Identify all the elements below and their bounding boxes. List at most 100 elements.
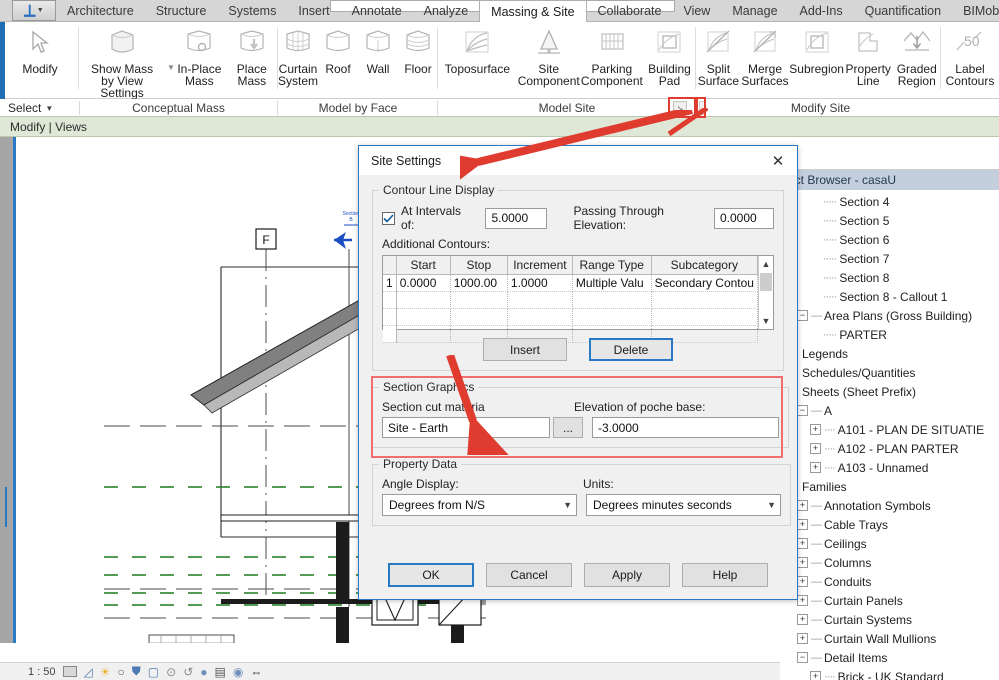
- merge-surfaces-button[interactable]: Merge Surfaces: [741, 22, 790, 87]
- constraints-icon[interactable]: ⇔: [250, 665, 262, 679]
- temporary-hide-icon[interactable]: ●: [200, 665, 207, 679]
- parking-component-button[interactable]: Parking Component: [581, 22, 643, 87]
- tree-item-a102-plan-parter[interactable]: + ···· A102 - PLAN PARTER: [780, 439, 999, 458]
- tree-item-area-plans-gross-building[interactable]: − — Area Plans (Gross Building): [780, 306, 999, 325]
- table-cell[interactable]: Secondary Contou: [651, 274, 759, 292]
- elevation-poche-base-input[interactable]: [592, 417, 779, 438]
- tree-item-columns[interactable]: + — Columns: [780, 553, 999, 572]
- graded-region-button[interactable]: Graded Region: [892, 22, 941, 87]
- tree-item-cable-trays[interactable]: + — Cable Trays: [780, 515, 999, 534]
- tree-item-section-5[interactable]: ····· Section 5: [780, 211, 999, 230]
- show-mass-button[interactable]: Show Mass by View Settings ▼: [79, 22, 175, 99]
- passing-through-elevation-input[interactable]: [714, 207, 774, 229]
- model-site-dialog-launcher[interactable]: ↘: [673, 101, 687, 115]
- chevron-down-icon[interactable]: ▼: [767, 495, 776, 515]
- table-cell-empty[interactable]: [396, 308, 451, 326]
- ok-button[interactable]: OK: [388, 563, 474, 587]
- tree-collapse-icon[interactable]: −: [797, 310, 808, 321]
- table-cell-empty[interactable]: [450, 308, 508, 326]
- tree-item-a103-unnamed[interactable]: + ···· A103 - Unnamed: [780, 458, 999, 477]
- column-header-stop[interactable]: Stop: [450, 256, 508, 275]
- table-cell-empty[interactable]: [651, 291, 759, 309]
- sun-path-icon[interactable]: ☀: [100, 665, 111, 679]
- tree-item-sheets-sheet-prefix[interactable]: Sheets (Sheet Prefix): [780, 382, 999, 401]
- table-row[interactable]: 1 0.0000 1000.00 1.0000 Multiple Valu Seconda…: [383, 274, 759, 292]
- tree-expand-icon[interactable]: +: [797, 538, 808, 549]
- scale-label[interactable]: 1 : 50: [28, 666, 56, 678]
- table-cell[interactable]: 1.0000: [507, 274, 573, 292]
- chevron-down-icon[interactable]: ▼: [45, 104, 53, 113]
- tree-expand-icon[interactable]: +: [797, 576, 808, 587]
- table-cell-empty[interactable]: [396, 291, 451, 309]
- tree-expand-icon[interactable]: +: [810, 671, 821, 680]
- additional-contours-table[interactable]: Start Stop Increment Range Type Subcategory 1…: [382, 255, 774, 343]
- subregion-button[interactable]: Subregion: [789, 22, 844, 75]
- table-cell-empty[interactable]: [572, 291, 652, 309]
- table-cell-empty[interactable]: [450, 291, 508, 309]
- table-cell-empty[interactable]: [507, 308, 573, 326]
- shadows-icon[interactable]: ○: [118, 665, 125, 679]
- ribbon-tab-quantification[interactable]: Quantification: [854, 0, 952, 22]
- visual-style-icon[interactable]: ◿: [84, 665, 93, 679]
- split-surface-button[interactable]: Split Surface: [696, 22, 741, 87]
- roof-button[interactable]: Roof: [318, 22, 358, 75]
- site-component-button[interactable]: Site Component: [517, 22, 581, 87]
- table-cell[interactable]: 0.0000: [396, 274, 451, 292]
- table-row-empty[interactable]: [383, 325, 759, 343]
- browse-material-button[interactable]: ...: [553, 417, 583, 438]
- table-cell-empty[interactable]: [396, 325, 451, 343]
- tree-item-curtain-systems[interactable]: + — Curtain Systems: [780, 610, 999, 629]
- detail-level-icon[interactable]: [62, 666, 77, 677]
- tree-expand-icon[interactable]: +: [797, 614, 808, 625]
- tree-item-brick-uk-standard[interactable]: + ···· Brick - UK Standard: [780, 667, 999, 680]
- ribbon-tabs[interactable]: Architecture Structure Systems Insert Annota…: [56, 0, 999, 22]
- table-cell[interactable]: 1000.00: [450, 274, 508, 292]
- at-intervals-input[interactable]: [485, 207, 548, 229]
- table-cell-empty[interactable]: [383, 308, 397, 326]
- table-cell-empty[interactable]: [383, 325, 397, 343]
- analytical-model-icon[interactable]: ◉: [233, 665, 243, 679]
- chevron-down-icon[interactable]: ▼: [167, 62, 175, 74]
- ribbon-tab-add-ins[interactable]: Add-Ins: [789, 0, 854, 22]
- tree-expand-icon[interactable]: +: [797, 633, 808, 644]
- ribbon-tab-structure[interactable]: Structure: [145, 0, 218, 22]
- tree-item-conduits[interactable]: + — Conduits: [780, 572, 999, 591]
- tree-item-section-7[interactable]: ····· Section 7: [780, 249, 999, 268]
- tree-item-legends[interactable]: Legends: [780, 344, 999, 363]
- building-pad-button[interactable]: Building Pad: [643, 22, 696, 87]
- show-crop-icon[interactable]: ⊙: [166, 665, 176, 679]
- tree-item-parter[interactable]: ····· PARTER: [780, 325, 999, 344]
- delete-button[interactable]: Delete: [589, 338, 673, 361]
- ribbon-tab-insert[interactable]: Insert: [287, 0, 340, 22]
- tree-collapse-icon[interactable]: −: [797, 652, 808, 663]
- tree-expand-icon[interactable]: +: [797, 595, 808, 606]
- curtain-system-button[interactable]: Curtain System: [278, 22, 318, 87]
- render-icon[interactable]: ⛊: [132, 664, 141, 679]
- table-cell-empty[interactable]: [507, 291, 573, 309]
- ribbon-tab-analyze[interactable]: Analyze: [413, 0, 479, 22]
- wall-button[interactable]: Wall: [358, 22, 398, 75]
- modify-button[interactable]: Modify: [5, 22, 75, 75]
- angle-display-select[interactable]: Degrees from N/S ▼: [382, 494, 577, 516]
- place-mass-button[interactable]: Place Mass: [226, 22, 278, 87]
- reveal-hidden-icon[interactable]: ▤: [215, 665, 226, 679]
- tree-item-ceilings[interactable]: + — Ceilings: [780, 534, 999, 553]
- tree-expand-icon[interactable]: +: [810, 443, 821, 454]
- in-place-mass-button[interactable]: In-Place Mass: [173, 22, 225, 87]
- table-row-empty[interactable]: [383, 291, 759, 309]
- label-contours-button[interactable]: 50 Label Contours: [941, 22, 999, 87]
- modify-site-dialog-launcher[interactable]: [699, 101, 706, 115]
- close-icon[interactable]: ✕: [765, 149, 791, 173]
- scrollbar-thumb[interactable]: [760, 273, 772, 291]
- ribbon-tab-annotate[interactable]: Annotate: [341, 0, 413, 22]
- tree-item-annotation-symbols[interactable]: + — Annotation Symbols: [780, 496, 999, 515]
- view-control-bar[interactable]: 1 : 50 ◿ ☀ ○ ⛊ ▢ ⊙ ↺ ● ▤ ◉ ⇔: [0, 662, 780, 680]
- property-line-button[interactable]: Property Line: [844, 22, 893, 87]
- tree-item-families[interactable]: Families: [780, 477, 999, 496]
- project-browser-tree[interactable]: ····· Section 4 ····· Section 5 ····· Section…: [780, 190, 999, 680]
- cancel-button[interactable]: Cancel: [486, 563, 572, 587]
- tree-item-schedules-quantities[interactable]: Schedules/Quantities: [780, 363, 999, 382]
- ribbon-tab-view[interactable]: View: [672, 0, 721, 22]
- site-settings-dialog[interactable]: Site Settings ✕ Contour Line Display At …: [358, 145, 798, 600]
- tree-item-section-4[interactable]: ····· Section 4: [780, 192, 999, 211]
